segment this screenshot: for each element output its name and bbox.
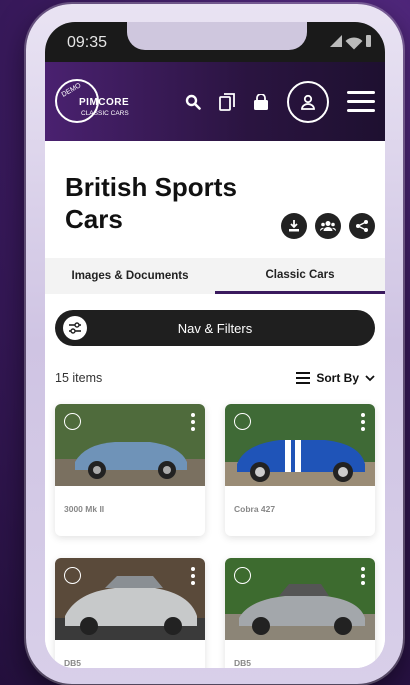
nav-filters-button[interactable]: Nav & Filters [55, 310, 375, 346]
select-circle[interactable] [234, 413, 251, 430]
user-icon [301, 94, 315, 110]
chevron-down-icon [365, 374, 375, 381]
item-count: 15 items [55, 371, 103, 385]
list-meta: 15 items Sort By [55, 368, 375, 388]
more-options-icon[interactable] [191, 567, 195, 585]
tab-images-documents[interactable]: Images & Documents [45, 258, 215, 294]
select-circle[interactable] [64, 413, 81, 430]
product-grid: 3000 Mk II Cobra 427 DB5 DB5 [55, 404, 375, 668]
signal-icon [330, 35, 342, 47]
tab-classic-cars[interactable]: Classic Cars [215, 258, 385, 294]
product-image [225, 404, 375, 486]
product-image [55, 558, 205, 640]
page-title: British Sports Cars [65, 172, 237, 234]
product-card[interactable]: 3000 Mk II [55, 404, 205, 536]
product-card[interactable]: DB5 [225, 558, 375, 668]
battery-icon [366, 35, 371, 47]
sort-lines-icon [296, 372, 311, 384]
compare-icon[interactable] [217, 92, 237, 112]
more-options-icon[interactable] [361, 413, 365, 431]
header-icons [183, 92, 271, 112]
product-name: DB5 [234, 658, 252, 668]
sort-label: Sort By [316, 371, 359, 385]
select-circle[interactable] [64, 567, 81, 584]
app-header: DEMO PIMCORE CLASSIC CARS [45, 62, 385, 141]
download-icon[interactable] [281, 213, 307, 239]
main-content: British Sports Cars Images & Documents C… [45, 141, 385, 668]
people-icon[interactable] [315, 213, 341, 239]
product-card[interactable]: Cobra 427 [225, 404, 375, 536]
nav-filters-label: Nav & Filters [177, 320, 253, 336]
logo-name: PIMCORE [79, 97, 130, 108]
wifi-icon [345, 32, 363, 50]
more-options-icon[interactable] [191, 413, 195, 431]
logo-subtitle: CLASSIC CARS [81, 110, 129, 117]
more-options-icon[interactable] [361, 567, 365, 585]
status-time: 09:35 [67, 34, 108, 51]
content-tabs: Images & Documents Classic Cars [45, 258, 385, 294]
share-icon[interactable] [349, 213, 375, 239]
status-bar: 09:35 [45, 22, 385, 62]
sort-button[interactable]: Sort By [296, 371, 375, 385]
product-card[interactable]: DB5 [55, 558, 205, 668]
select-circle[interactable] [234, 567, 251, 584]
cart-icon[interactable] [251, 92, 271, 112]
system-icons [330, 32, 371, 50]
product-image [55, 404, 205, 486]
product-name: Cobra 427 [234, 504, 276, 514]
filter-sliders-icon [63, 316, 87, 340]
pimcore-logo[interactable]: DEMO PIMCORE CLASSIC CARS [55, 79, 135, 125]
page-actions [281, 213, 375, 239]
phone-screen: 09:35 DEMO PIMCORE CLASSIC CARS British … [45, 22, 385, 668]
title-row: British Sports Cars [55, 141, 375, 258]
product-name: DB5 [64, 658, 82, 668]
search-icon[interactable] [183, 92, 203, 112]
product-name: 3000 Mk II [64, 504, 105, 514]
phone-notch [127, 22, 307, 50]
account-button[interactable] [287, 81, 329, 123]
product-image [225, 558, 375, 640]
hamburger-menu-icon[interactable] [347, 91, 375, 113]
